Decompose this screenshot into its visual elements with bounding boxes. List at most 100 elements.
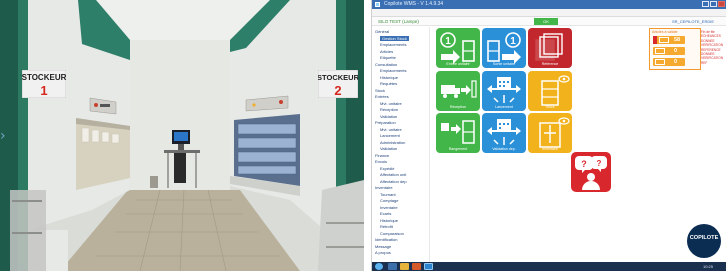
tile-caption: Inventaire — [542, 147, 558, 151]
alert-row-2[interactable]: 0 — [653, 47, 685, 55]
alert-note: DONNEE VERIFICATION REF — [701, 52, 724, 65]
svg-text:?: ? — [581, 159, 587, 169]
alert-count: 0 — [674, 59, 678, 65]
tree-item[interactable]: Historique — [380, 218, 398, 223]
tree-item[interactable]: Affectation dep — [380, 179, 407, 184]
tree-item[interactable]: Gestion Stock — [380, 35, 409, 41]
app-icon — [375, 2, 380, 7]
tree-item[interactable]: Etiquette — [380, 55, 396, 60]
tree-item[interactable]: Inventaire — [380, 205, 398, 210]
taskbar-folder-icon[interactable] — [400, 263, 409, 270]
tree-item[interactable]: Tournant — [380, 192, 396, 197]
svg-text:1: 1 — [510, 36, 516, 47]
alert-row-1[interactable]: 58 — [653, 36, 685, 44]
stocker-1-number: 1 — [40, 83, 47, 98]
tree-item[interactable]: Emplacements — [380, 42, 406, 47]
box-icon — [655, 48, 665, 54]
info-bar: SILO TEST (Lampe) OK SR_CEPILOTE_ERDIE — [372, 17, 726, 26]
taskbar: 10:25 — [372, 262, 726, 271]
tree-item[interactable]: Stock — [375, 88, 385, 93]
tile-caption: Réception — [449, 105, 467, 109]
logo-text: COPILOTE — [689, 235, 719, 241]
chevron-right-icon: › — [0, 128, 6, 144]
windows-start-icon[interactable] — [375, 263, 383, 270]
navigation-tree: Général Gestion Stock Emplacements Articles… — [372, 27, 430, 262]
tree-item[interactable]: Comparaison — [380, 231, 404, 236]
stage: STOCKEUR 1 STOCKEUR 2 › Copilote WMS - V… — [0, 0, 726, 271]
tile-stock[interactable]: Stock — [528, 71, 572, 111]
tree-item[interactable]: Validation — [380, 146, 397, 151]
tree-item[interactable]: Message — [375, 244, 391, 249]
tile-lancement[interactable]: Lancement — [482, 71, 526, 111]
tree-item[interactable]: Validation — [380, 114, 397, 119]
svg-text:?: ? — [597, 159, 602, 168]
tile-inventaire[interactable]: Inventaire — [528, 113, 572, 153]
taskbar-ie-icon[interactable] — [388, 263, 397, 270]
tile-rangement[interactable]: Rangement — [436, 113, 480, 153]
tile-validation-dep[interactable]: Validation dep. — [482, 113, 526, 153]
status-badge: OK — [534, 18, 558, 25]
tile-caption: Entrée unitaire — [446, 62, 470, 66]
tile-caption: Validation dep. — [492, 147, 516, 151]
tree-item[interactable]: Général — [375, 29, 389, 34]
tree-item[interactable]: Requêtes — [380, 81, 397, 86]
tree-item[interactable]: Identification — [375, 237, 397, 242]
taskbar-media-icon[interactable] — [412, 263, 421, 270]
tile-caption: Référence — [541, 62, 559, 66]
alert-note: Fin de file ECHEANCES — [701, 30, 721, 39]
taskbar-copilote-icon[interactable] — [424, 263, 433, 270]
tile-caption: Stock — [545, 105, 555, 109]
tree-item[interactable]: Consultation — [375, 62, 397, 67]
context-label: SILO TEST (Lampe) — [378, 19, 419, 24]
stocker-2-sign: STOCKEUR 2 — [318, 70, 358, 98]
tile-reception[interactable]: Réception — [436, 71, 480, 111]
tile-caption: Lancement — [495, 105, 513, 109]
alerts-panel: Articles à valider 58 0 0 — [649, 28, 701, 70]
warehouse-photo: STOCKEUR 1 STOCKEUR 2 › — [0, 0, 364, 271]
tree-item[interactable]: Lancement — [380, 133, 400, 138]
alerts-header: Articles à valider — [652, 30, 678, 34]
tree-item[interactable]: Réception — [380, 107, 398, 112]
stocker-2-title: STOCKEUR — [318, 73, 358, 82]
alert-count: 0 — [674, 48, 678, 54]
tile-caption: Sortie unitaire — [492, 62, 516, 66]
svg-text:1: 1 — [445, 36, 451, 47]
tree-item[interactable]: Administration — [380, 140, 405, 145]
alert-warning-icon — [653, 36, 657, 44]
alert-row-3[interactable]: 0 — [653, 58, 685, 66]
stocker-2-number: 2 — [334, 83, 341, 98]
menu-bar: Fichier Edition Affichage ? — [372, 9, 726, 25]
alert-notes: Fin de file ECHEANCES DONNEE VERIFICATIO… — [701, 30, 726, 65]
box-icon — [659, 37, 669, 43]
help-button[interactable]: ? ? — [571, 152, 611, 192]
tree-item[interactable]: Expédié — [380, 166, 394, 171]
tree-item[interactable]: Préparation — [375, 120, 396, 125]
tree-item[interactable]: Ecarts — [380, 211, 391, 216]
maximize-button[interactable] — [710, 1, 717, 7]
close-button[interactable] — [718, 1, 725, 7]
tree-item[interactable]: Comptage — [380, 198, 398, 203]
tree-item[interactable]: Finance — [375, 153, 389, 158]
user-info: SR_CEPILOTE_ERDIE — [672, 19, 715, 24]
tree-item[interactable]: Entrées — [375, 94, 389, 99]
tree-item[interactable]: Emplacements — [380, 68, 406, 73]
stocker-1-sign: STOCKEUR 1 — [22, 70, 66, 98]
tree-item[interactable]: Mvt. unitaire — [380, 101, 402, 106]
tile-sortie-unitaire[interactable]: 1 Sortie unitaire — [482, 28, 526, 68]
tree-item[interactable]: Envois — [375, 159, 387, 164]
tree-item[interactable]: Articles — [380, 49, 393, 54]
alert-count: 58 — [674, 37, 681, 43]
tree-item[interactable]: Mvt. unitaire — [380, 127, 402, 132]
tree-item[interactable]: A propos — [375, 250, 391, 255]
tile-entree-unitaire[interactable]: 1 Entrée unitaire — [436, 28, 480, 68]
minimize-button[interactable] — [702, 1, 709, 7]
box-icon — [655, 59, 665, 65]
window-title: Copilote WMS - V 1.4.9.34 — [384, 1, 444, 7]
help-icon: ? ? — [575, 156, 607, 190]
tree-item[interactable]: Rétrofit — [380, 224, 393, 229]
tree-item[interactable]: Inventaire — [375, 185, 393, 190]
taskbar-clock: 10:25 — [703, 264, 714, 269]
tree-item[interactable]: Historique — [380, 75, 398, 80]
tile-reference[interactable]: Référence — [528, 28, 572, 68]
tree-item[interactable]: Affectation unit — [380, 172, 406, 177]
